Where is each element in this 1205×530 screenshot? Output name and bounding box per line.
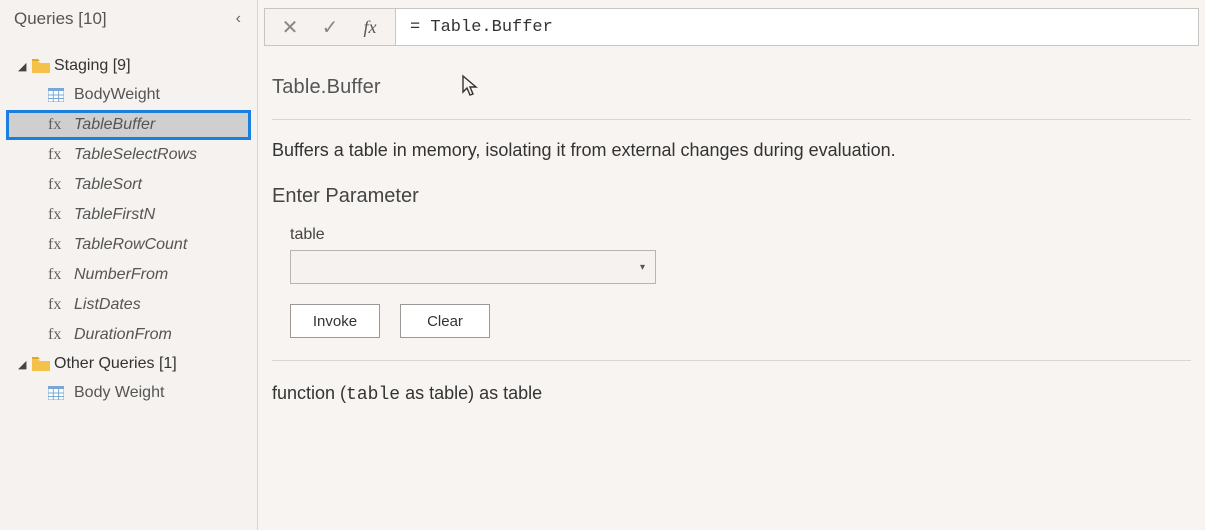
fx-icon: fx	[48, 206, 74, 224]
fx-icon: fx	[48, 236, 74, 254]
query-label: Body Weight	[74, 384, 164, 402]
caret-down-icon: ◢	[18, 358, 32, 371]
group-label: Staging	[54, 57, 108, 74]
query-group-other[interactable]: ◢ Other Queries [1]	[0, 350, 257, 378]
query-label: TableBuffer	[74, 116, 155, 134]
check-icon: ✓	[322, 15, 339, 40]
query-item-listdates[interactable]: fx ListDates	[0, 290, 257, 320]
query-label: TableSort	[74, 176, 142, 194]
x-icon: ✕	[282, 15, 299, 40]
caret-down-icon: ◢	[18, 60, 32, 73]
signature-param: table	[346, 385, 400, 405]
signature-prefix: function (	[272, 383, 346, 403]
fx-icon: fx	[48, 116, 74, 134]
fx-icon: fx	[48, 266, 74, 284]
chevron-down-icon: ▾	[640, 262, 645, 273]
table-icon	[48, 386, 74, 400]
query-item-tableselectrows[interactable]: fx TableSelectRows	[0, 140, 257, 170]
button-label: Clear	[427, 313, 463, 330]
collapse-pane-button[interactable]: ‹	[230, 8, 247, 30]
invoke-button[interactable]: Invoke	[290, 304, 380, 338]
fx-icon: fx	[48, 326, 74, 344]
cursor-icon	[461, 74, 479, 101]
queries-count: [10]	[78, 9, 106, 28]
query-label: TableFirstN	[74, 206, 155, 224]
fx-icon: fx	[48, 296, 74, 314]
queries-pane: Queries [10] ‹ ◢ Staging [9]	[0, 0, 258, 530]
folder-icon	[32, 59, 54, 73]
group-count: [1]	[159, 355, 177, 372]
fx-button[interactable]: fx	[351, 10, 389, 44]
query-item-bodyweight[interactable]: BodyWeight	[0, 80, 257, 110]
query-label: NumberFrom	[74, 266, 168, 284]
signature-rest: as table) as table	[400, 383, 542, 403]
function-name: Table.Buffer	[272, 76, 381, 99]
queries-pane-header: Queries [10] ‹	[0, 0, 257, 38]
query-item-durationfrom[interactable]: fx DurationFrom	[0, 320, 257, 350]
query-item-body-weight[interactable]: Body Weight	[0, 378, 257, 408]
fx-icon: fx	[48, 176, 74, 194]
query-item-tablebuffer[interactable]: fx TableBuffer	[6, 110, 251, 140]
function-description: Buffers a table in memory, isolating it …	[272, 120, 1191, 185]
table-icon	[48, 88, 74, 102]
folder-icon	[32, 357, 54, 371]
formula-input[interactable]	[395, 8, 1199, 46]
query-item-numberfrom[interactable]: fx NumberFrom	[0, 260, 257, 290]
query-item-tablesort[interactable]: fx TableSort	[0, 170, 257, 200]
parameter-table-dropdown[interactable]: ▾	[290, 250, 656, 284]
formula-bar: ✕ ✓ fx	[264, 8, 1199, 46]
commit-formula-button[interactable]: ✓	[311, 10, 349, 44]
queries-tree: ◢ Staging [9] BodyWeight fx TableBuffer	[0, 38, 257, 408]
query-label: BodyWeight	[74, 86, 160, 104]
clear-button[interactable]: Clear	[400, 304, 490, 338]
fx-icon: fx	[364, 17, 377, 38]
cancel-formula-button[interactable]: ✕	[271, 10, 309, 44]
query-item-tablerowcount[interactable]: fx TableRowCount	[0, 230, 257, 260]
main-panel: ✕ ✓ fx Table.Buffer Buffers a table in m…	[258, 0, 1205, 530]
query-label: TableSelectRows	[74, 146, 197, 164]
button-label: Invoke	[313, 313, 357, 330]
query-label: ListDates	[74, 296, 141, 314]
parameter-label: table	[290, 226, 1191, 244]
queries-title: Queries	[14, 9, 74, 28]
fx-icon: fx	[48, 146, 74, 164]
group-label: Other Queries	[54, 355, 154, 372]
query-group-staging[interactable]: ◢ Staging [9]	[0, 52, 257, 80]
parameter-section-title: Enter Parameter	[272, 185, 1191, 208]
formula-bar-controls: ✕ ✓ fx	[264, 8, 395, 46]
function-signature: function (table as table) as table	[272, 361, 1191, 405]
query-label: TableRowCount	[74, 236, 187, 254]
query-item-tablefirstn[interactable]: fx TableFirstN	[0, 200, 257, 230]
query-label: DurationFrom	[74, 326, 172, 344]
group-count: [9]	[113, 57, 131, 74]
chevron-left-icon: ‹	[236, 10, 241, 27]
